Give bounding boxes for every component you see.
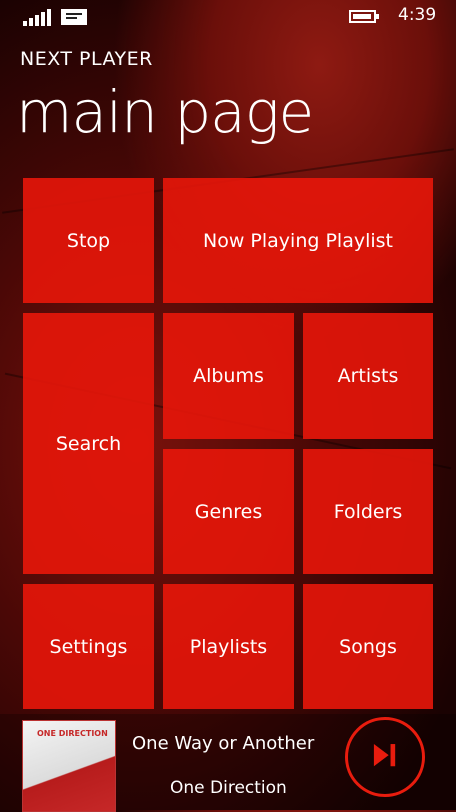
app-title: NEXT PLAYER (20, 48, 153, 70)
playlists-tile[interactable]: Playlists (163, 584, 294, 709)
signal-icon (23, 8, 51, 26)
folders-tile[interactable]: Folders (303, 449, 433, 574)
next-track-button[interactable] (345, 717, 425, 797)
albums-tile[interactable]: Albums (163, 313, 294, 439)
artists-tile[interactable]: Artists (303, 313, 433, 439)
songs-tile[interactable]: Songs (303, 584, 433, 709)
song-artist: One Direction (170, 778, 287, 798)
genres-tile[interactable]: Genres (163, 449, 294, 574)
battery-icon (349, 10, 379, 23)
clock-time: 4:39 (398, 5, 437, 25)
settings-tile[interactable]: Settings (23, 584, 154, 709)
status-bar: 4:39 (0, 0, 456, 32)
song-title: One Way or Another (132, 733, 315, 754)
message-icon (61, 9, 87, 25)
album-art[interactable]: ONE DIRECTION (22, 720, 116, 812)
page-title: main page (16, 78, 314, 146)
skip-next-icon (373, 744, 396, 767)
now-playing-playlist-tile[interactable]: Now Playing Playlist (163, 178, 433, 303)
search-tile[interactable]: Search (23, 313, 154, 574)
album-art-text: ONE DIRECTION (37, 729, 108, 738)
stop-tile[interactable]: Stop (23, 178, 154, 303)
